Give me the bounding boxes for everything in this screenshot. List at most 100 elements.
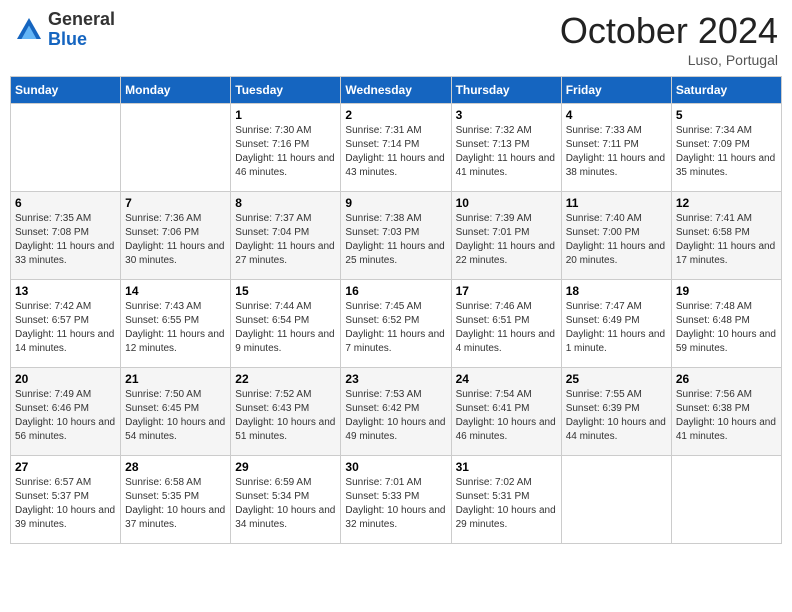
day-number: 6	[15, 196, 116, 210]
calendar-cell: 22 Sunrise: 7:52 AMSunset: 6:43 PMDayligh…	[231, 368, 341, 456]
day-info: Sunrise: 7:33 AMSunset: 7:11 PMDaylight:…	[566, 124, 667, 180]
day-number: 13	[15, 284, 116, 298]
day-info: Sunrise: 7:41 AMSunset: 6:58 PMDaylight:…	[676, 212, 777, 268]
week-row-1: 1Sunrise: 7:30 AMSunset: 7:16 PMDaylight…	[11, 104, 782, 192]
week-row-4: 20 Sunrise: 7:49 AMSunset: 6:46 PMDayligh…	[11, 368, 782, 456]
calendar-cell	[11, 104, 121, 192]
day-number: 3	[456, 108, 557, 122]
calendar-cell: 30 Sunrise: 7:01 AMSunset: 5:33 PMDayligh…	[341, 456, 451, 544]
weekday-row: SundayMondayTuesdayWednesdayThursdayFrid…	[11, 77, 782, 104]
day-info: Sunrise: 7:37 AMSunset: 7:04 PMDaylight:…	[235, 212, 336, 268]
weekday-header-monday: Monday	[121, 77, 231, 104]
day-number: 4	[566, 108, 667, 122]
day-info: Sunrise: 7:55 AMSunset: 6:39 PMDaylight:…	[566, 388, 667, 444]
day-number: 29	[235, 460, 336, 474]
day-info: Sunrise: 7:01 AMSunset: 5:33 PMDaylight:…	[345, 476, 446, 532]
calendar-cell: 10Sunrise: 7:39 AMSunset: 7:01 PMDayligh…	[451, 192, 561, 280]
calendar-cell: 15Sunrise: 7:44 AMSunset: 6:54 PMDayligh…	[231, 280, 341, 368]
calendar-cell: 2 Sunrise: 7:31 AMSunset: 7:14 PMDaylight…	[341, 104, 451, 192]
calendar-cell	[561, 456, 671, 544]
day-number: 22	[235, 372, 336, 386]
day-info: Sunrise: 7:35 AMSunset: 7:08 PMDaylight:…	[15, 212, 116, 268]
day-number: 27	[15, 460, 116, 474]
calendar-cell: 27Sunrise: 6:57 AMSunset: 5:37 PMDayligh…	[11, 456, 121, 544]
calendar-header: SundayMondayTuesdayWednesdayThursdayFrid…	[11, 77, 782, 104]
calendar-cell: 4 Sunrise: 7:33 AMSunset: 7:11 PMDaylight…	[561, 104, 671, 192]
calendar-cell: 9 Sunrise: 7:38 AMSunset: 7:03 PMDaylight…	[341, 192, 451, 280]
day-info: Sunrise: 7:50 AMSunset: 6:45 PMDaylight:…	[125, 388, 226, 444]
month-title: October 2024	[560, 10, 778, 52]
day-info: Sunrise: 7:46 AMSunset: 6:51 PMDaylight:…	[456, 300, 557, 356]
calendar-cell: 18 Sunrise: 7:47 AMSunset: 6:49 PMDayligh…	[561, 280, 671, 368]
day-info: Sunrise: 7:31 AMSunset: 7:14 PMDaylight:…	[345, 124, 446, 180]
logo-icon	[14, 15, 44, 45]
day-number: 25	[566, 372, 667, 386]
weekday-header-wednesday: Wednesday	[341, 77, 451, 104]
calendar-cell: 7Sunrise: 7:36 AMSunset: 7:06 PMDaylight…	[121, 192, 231, 280]
day-info: Sunrise: 7:56 AMSunset: 6:38 PMDaylight:…	[676, 388, 777, 444]
weekday-header-tuesday: Tuesday	[231, 77, 341, 104]
week-row-3: 13 Sunrise: 7:42 AMSunset: 6:57 PMDayligh…	[11, 280, 782, 368]
calendar-cell: 14Sunrise: 7:43 AMSunset: 6:55 PMDayligh…	[121, 280, 231, 368]
day-info: Sunrise: 7:32 AMSunset: 7:13 PMDaylight:…	[456, 124, 557, 180]
day-info: Sunrise: 7:47 AMSunset: 6:49 PMDaylight:…	[566, 300, 667, 356]
day-info: Sunrise: 7:38 AMSunset: 7:03 PMDaylight:…	[345, 212, 446, 268]
day-info: Sunrise: 7:45 AMSunset: 6:52 PMDaylight:…	[345, 300, 446, 356]
calendar-cell: 28 Sunrise: 6:58 AMSunset: 5:35 PMDayligh…	[121, 456, 231, 544]
logo-blue: Blue	[48, 29, 87, 49]
day-number: 15	[235, 284, 336, 298]
calendar-cell	[671, 456, 781, 544]
day-number: 1	[235, 108, 336, 122]
day-number: 9	[345, 196, 446, 210]
day-info: Sunrise: 7:52 AMSunset: 6:43 PMDaylight:…	[235, 388, 336, 444]
day-number: 30	[345, 460, 446, 474]
calendar-cell: 17 Sunrise: 7:46 AMSunset: 6:51 PMDayligh…	[451, 280, 561, 368]
day-number: 28	[125, 460, 226, 474]
calendar-cell: 1Sunrise: 7:30 AMSunset: 7:16 PMDaylight…	[231, 104, 341, 192]
day-number: 20	[15, 372, 116, 386]
logo: General Blue	[14, 10, 115, 50]
calendar-cell: 8 Sunrise: 7:37 AMSunset: 7:04 PMDaylight…	[231, 192, 341, 280]
day-number: 8	[235, 196, 336, 210]
week-row-5: 27Sunrise: 6:57 AMSunset: 5:37 PMDayligh…	[11, 456, 782, 544]
day-number: 12	[676, 196, 777, 210]
day-info: Sunrise: 6:58 AMSunset: 5:35 PMDaylight:…	[125, 476, 226, 532]
weekday-header-thursday: Thursday	[451, 77, 561, 104]
day-info: Sunrise: 7:42 AMSunset: 6:57 PMDaylight:…	[15, 300, 116, 356]
location: Luso, Portugal	[560, 52, 778, 68]
calendar-cell	[121, 104, 231, 192]
day-number: 18	[566, 284, 667, 298]
calendar-cell: 3 Sunrise: 7:32 AMSunset: 7:13 PMDaylight…	[451, 104, 561, 192]
day-number: 10	[456, 196, 557, 210]
day-info: Sunrise: 7:34 AMSunset: 7:09 PMDaylight:…	[676, 124, 777, 180]
calendar-table: SundayMondayTuesdayWednesdayThursdayFrid…	[10, 76, 782, 544]
day-info: Sunrise: 6:59 AMSunset: 5:34 PMDaylight:…	[235, 476, 336, 532]
day-number: 19	[676, 284, 777, 298]
day-number: 2	[345, 108, 446, 122]
day-info: Sunrise: 7:40 AMSunset: 7:00 PMDaylight:…	[566, 212, 667, 268]
logo-text: General Blue	[48, 10, 115, 50]
calendar-cell: 21Sunrise: 7:50 AMSunset: 6:45 PMDayligh…	[121, 368, 231, 456]
day-info: Sunrise: 7:49 AMSunset: 6:46 PMDaylight:…	[15, 388, 116, 444]
weekday-header-sunday: Sunday	[11, 77, 121, 104]
calendar-cell: 29 Sunrise: 6:59 AMSunset: 5:34 PMDayligh…	[231, 456, 341, 544]
day-info: Sunrise: 7:48 AMSunset: 6:48 PMDaylight:…	[676, 300, 777, 356]
calendar-cell: 16Sunrise: 7:45 AMSunset: 6:52 PMDayligh…	[341, 280, 451, 368]
day-info: Sunrise: 7:53 AMSunset: 6:42 PMDaylight:…	[345, 388, 446, 444]
day-number: 14	[125, 284, 226, 298]
logo-general: General	[48, 9, 115, 29]
calendar-cell: 23Sunrise: 7:53 AMSunset: 6:42 PMDayligh…	[341, 368, 451, 456]
weekday-header-saturday: Saturday	[671, 77, 781, 104]
calendar-cell: 25 Sunrise: 7:55 AMSunset: 6:39 PMDayligh…	[561, 368, 671, 456]
weekday-header-friday: Friday	[561, 77, 671, 104]
calendar-cell: 20 Sunrise: 7:49 AMSunset: 6:46 PMDayligh…	[11, 368, 121, 456]
day-number: 17	[456, 284, 557, 298]
page-header: General Blue October 2024 Luso, Portugal	[10, 10, 782, 68]
calendar-cell: 5 Sunrise: 7:34 AMSunset: 7:09 PMDaylight…	[671, 104, 781, 192]
calendar-cell: 31Sunrise: 7:02 AMSunset: 5:31 PMDayligh…	[451, 456, 561, 544]
day-number: 5	[676, 108, 777, 122]
day-info: Sunrise: 7:54 AMSunset: 6:41 PMDaylight:…	[456, 388, 557, 444]
calendar-body: 1Sunrise: 7:30 AMSunset: 7:16 PMDaylight…	[11, 104, 782, 544]
week-row-2: 6 Sunrise: 7:35 AMSunset: 7:08 PMDaylight…	[11, 192, 782, 280]
calendar-cell: 19 Sunrise: 7:48 AMSunset: 6:48 PMDayligh…	[671, 280, 781, 368]
